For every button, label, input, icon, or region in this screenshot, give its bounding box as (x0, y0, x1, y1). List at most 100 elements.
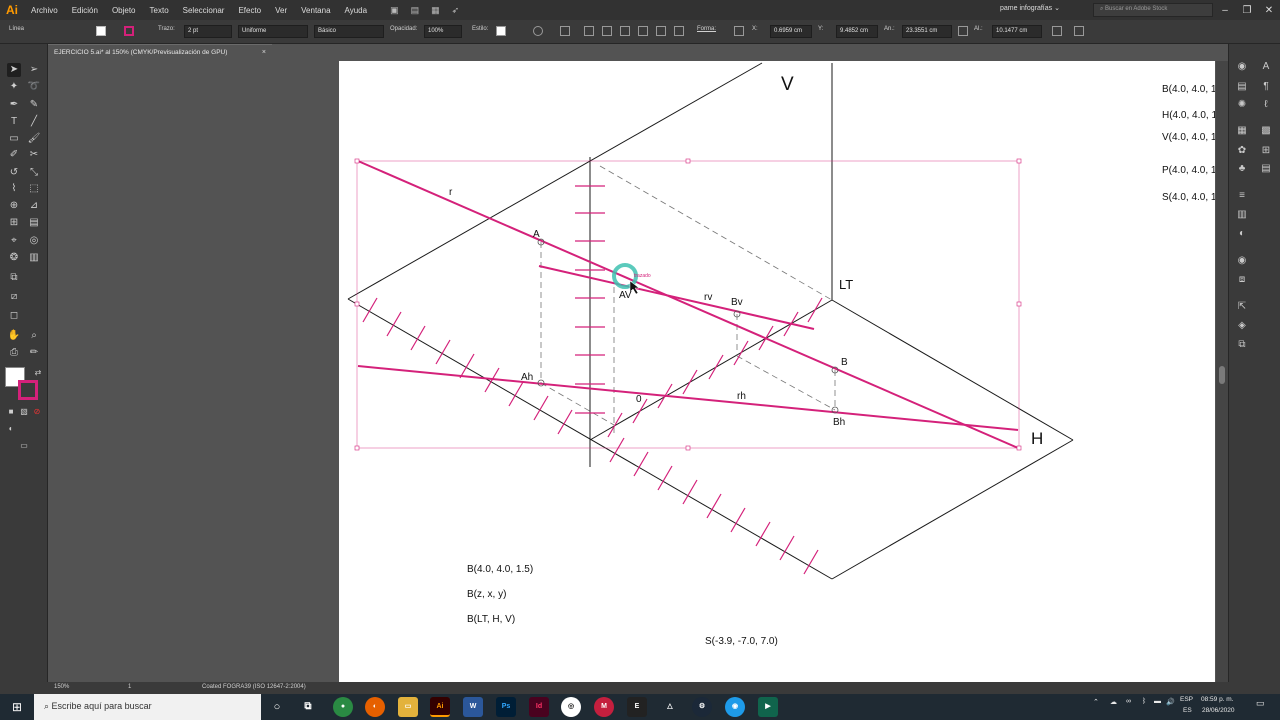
clock-time[interactable]: 08:59 p. m. (1201, 696, 1234, 703)
language-indicator[interactable]: ESP (1180, 696, 1193, 703)
align-top-icon[interactable] (638, 26, 648, 36)
browser-icon[interactable]: ◉ (725, 697, 745, 717)
artboard-number[interactable]: 1 (128, 684, 131, 690)
maximize-button[interactable]: ❐ (1236, 5, 1258, 16)
column-graph-tool-icon[interactable]: ▥ (27, 251, 41, 265)
y-field[interactable]: 9.4852 cm (836, 25, 878, 38)
line-r[interactable] (357, 160, 1019, 449)
steam-icon[interactable]: ⚙ (692, 697, 712, 717)
handle-bottom-center[interactable] (685, 445, 691, 451)
menu-objeto[interactable]: Objeto (105, 6, 143, 15)
cloud-icon[interactable]: ☁ (1110, 698, 1117, 706)
libraries-panel-icon[interactable]: ▤ (1235, 80, 1249, 94)
info-panel-icon[interactable]: ▤ (1259, 162, 1273, 176)
height-field[interactable]: 10.1477 cm (992, 25, 1042, 38)
workspace-switcher[interactable]: pame infografías ⌄ (1000, 4, 1082, 16)
direct-selection-tool-icon[interactable]: ➢ (27, 63, 41, 77)
menu-texto[interactable]: Texto (143, 6, 176, 15)
volume-icon[interactable]: 🔊 (1166, 698, 1175, 706)
width-tool-icon[interactable]: ⌇ (7, 182, 21, 196)
pen-tool-icon[interactable]: ✒ (7, 98, 21, 112)
align-left-icon[interactable] (584, 26, 594, 36)
glyphs-panel-icon[interactable]: ▩ (1259, 124, 1273, 138)
stroke-weight-field[interactable]: 2 pt (184, 25, 232, 38)
transform-icon[interactable] (1052, 26, 1062, 36)
network-icon[interactable]: ▬ (1154, 698, 1161, 705)
swap-colors-icon[interactable]: ⇄ (31, 366, 45, 380)
minimize-button[interactable]: – (1214, 5, 1236, 16)
menu-efecto[interactable]: Efecto (231, 6, 268, 15)
variable-width-profile[interactable]: Uniforme (238, 25, 308, 38)
reference-point-icon[interactable] (734, 26, 744, 36)
gradient-panel-icon[interactable]: ▥ (1235, 208, 1249, 222)
shaper-tool-icon[interactable]: ✐ (7, 148, 21, 162)
graphic-style-swatch[interactable] (496, 26, 506, 36)
rectangle-tool-icon[interactable]: ▭ (7, 132, 21, 146)
task-view-icon[interactable]: ⧉ (298, 697, 318, 717)
tray-chevron-icon[interactable]: ⌃ (1093, 698, 1099, 706)
stock-icon[interactable]: ▤ (411, 5, 420, 16)
handle-middle-right[interactable] (1016, 301, 1022, 307)
arrange-documents-icon[interactable]: ▦ (431, 5, 440, 16)
magic-wand-tool-icon[interactable]: ✦ (7, 80, 21, 94)
handle-bottom-left[interactable] (354, 445, 360, 451)
navigator-panel-icon[interactable]: ⊞ (1259, 144, 1273, 158)
bridge-icon[interactable]: ▣ (390, 5, 399, 16)
handle-bottom-right[interactable] (1016, 445, 1022, 451)
indesign-icon[interactable]: Id (529, 697, 549, 717)
symbols-panel-icon[interactable]: ♣ (1235, 162, 1249, 176)
menu-archivo[interactable]: Archivo (24, 6, 65, 15)
menu-ver[interactable]: Ver (268, 6, 294, 15)
line-tool-icon[interactable]: ╱ (27, 115, 41, 129)
mega-icon[interactable]: M (594, 697, 614, 717)
zoom-level[interactable]: 150% (54, 684, 69, 690)
align-bottom-icon[interactable] (674, 26, 684, 36)
selection-tool-icon[interactable]: ➤ (7, 63, 21, 77)
align-right-icon[interactable] (620, 26, 630, 36)
vertical-scrollbar[interactable] (1216, 61, 1228, 682)
lasso-tool-icon[interactable]: ➰ (27, 80, 41, 94)
handle-top-left[interactable] (354, 158, 360, 164)
graphic-styles-panel-icon[interactable]: ⧈ (1235, 273, 1249, 287)
stroke-panel-icon[interactable]: ≡ (1235, 189, 1249, 203)
opentype-panel-icon[interactable]: ℓ (1259, 98, 1273, 112)
layers-panel-icon[interactable]: ◈ (1235, 319, 1249, 333)
brushes-panel-icon[interactable]: ✿ (1235, 144, 1249, 158)
paintbrush-tool-icon[interactable]: 🖌 (27, 132, 41, 146)
handle-middle-left[interactable] (354, 301, 360, 307)
eraser-tool-icon[interactable]: ◻ (7, 309, 21, 323)
file-explorer-icon[interactable]: ▭ (398, 697, 418, 717)
none-mode-icon[interactable]: ⊘ (30, 405, 44, 419)
width-field[interactable]: 23.3551 cm (902, 25, 952, 38)
appearance-panel-icon[interactable]: ◉ (1235, 254, 1249, 268)
gpu-rocket-icon[interactable]: ➶ (452, 5, 460, 16)
notification-icon[interactable]: ▭ (1256, 698, 1265, 709)
rotate-tool-icon[interactable]: ↺ (7, 166, 21, 180)
scissors-tool-icon[interactable]: ✂ (27, 148, 41, 162)
isolate-icon[interactable] (1074, 26, 1084, 36)
brush-definition[interactable]: Básico (314, 25, 384, 38)
windows-start-icon[interactable]: ⊞ (0, 694, 34, 720)
export-panel-icon[interactable]: ⇱ (1235, 300, 1249, 314)
app-icon[interactable]: ◎ (561, 697, 581, 717)
photoshop-icon[interactable]: Ps (496, 697, 516, 717)
shape-builder-tool-icon[interactable]: ⊕ (7, 199, 21, 213)
hand-tool-icon[interactable]: ✋ (7, 329, 21, 343)
adobe-cc-icon[interactable]: ∞ (1126, 698, 1131, 705)
chrome-icon[interactable]: ● (333, 697, 353, 717)
artboard-tool-icon[interactable]: ⧉ (7, 271, 21, 285)
curvature-tool-icon[interactable]: ✎ (27, 98, 41, 112)
menu-ventana[interactable]: Ventana (294, 6, 337, 15)
slice-tool-icon[interactable]: ⧄ (7, 290, 21, 304)
handle-top-center[interactable] (685, 158, 691, 164)
close-tab-button[interactable]: × (262, 49, 266, 56)
eyedropper-tool-icon[interactable]: ⌖ (7, 234, 21, 248)
bluetooth-icon[interactable]: ᛒ (1142, 698, 1146, 705)
color-mode-icon[interactable]: ■ (4, 405, 18, 419)
menu-ayuda[interactable]: Ayuda (338, 6, 375, 15)
perspective-grid-tool-icon[interactable]: ⊿ (27, 199, 41, 213)
scrollbar-thumb[interactable] (1219, 366, 1225, 384)
properties-panel-icon[interactable]: ◉ (1235, 60, 1249, 74)
opacity-field[interactable]: 100% (424, 25, 462, 38)
shape-link[interactable]: Forma: (697, 26, 716, 32)
